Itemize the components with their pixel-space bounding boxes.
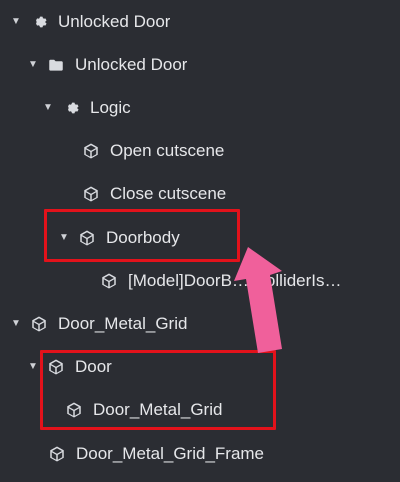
highlight-box-door-group [40,350,276,430]
caret-down-icon[interactable]: ▼ [27,59,39,71]
tree-item-logic[interactable]: ▼ Logic [0,86,400,129]
cube-icon [48,445,66,463]
tree-item-door-metal-grid-frame[interactable]: Door_Metal_Grid_Frame [0,432,400,475]
highlight-box-doorbody [44,209,240,262]
tree-item-unlocked-door-root[interactable]: ▼ Unlocked Door [0,0,400,43]
hierarchy-tree: ▼ Unlocked Door ▼ Unlocked Door ▼ Logic … [0,0,400,482]
tree-item-door-metal-grid-root[interactable]: ▼ Door_Metal_Grid [0,302,400,345]
folder-icon [47,56,65,74]
tree-item-unlocked-door-folder[interactable]: ▼ Unlocked Door [0,43,400,86]
tree-item-model-doorbody[interactable]: [Model]DoorB…[ColliderIs… [0,259,382,302]
tree-item-label: Unlocked Door [58,11,171,31]
caret-down-icon[interactable]: ▼ [42,102,54,114]
pointer-arrow-icon [234,247,282,353]
tree-item-label: Open cutscene [110,140,225,160]
gear-icon [30,13,48,31]
tree-item-label: Close cutscene [110,183,227,203]
cube-icon [30,315,48,333]
tree-item-open-cutscene[interactable]: Open cutscene [0,129,400,172]
tree-item-label: Logic [90,97,131,117]
cube-icon [82,142,100,160]
tree-item-label: Door_Metal_Grid_Frame [76,443,265,463]
gear-icon [62,99,80,117]
cube-icon [82,185,100,203]
tree-item-label: Unlocked Door [75,54,188,74]
caret-down-icon[interactable]: ▼ [27,361,39,373]
caret-down-icon[interactable]: ▼ [10,16,22,28]
caret-down-icon[interactable]: ▼ [10,318,22,330]
tree-item-label: Door_Metal_Grid [58,313,188,333]
cube-icon [100,272,118,290]
